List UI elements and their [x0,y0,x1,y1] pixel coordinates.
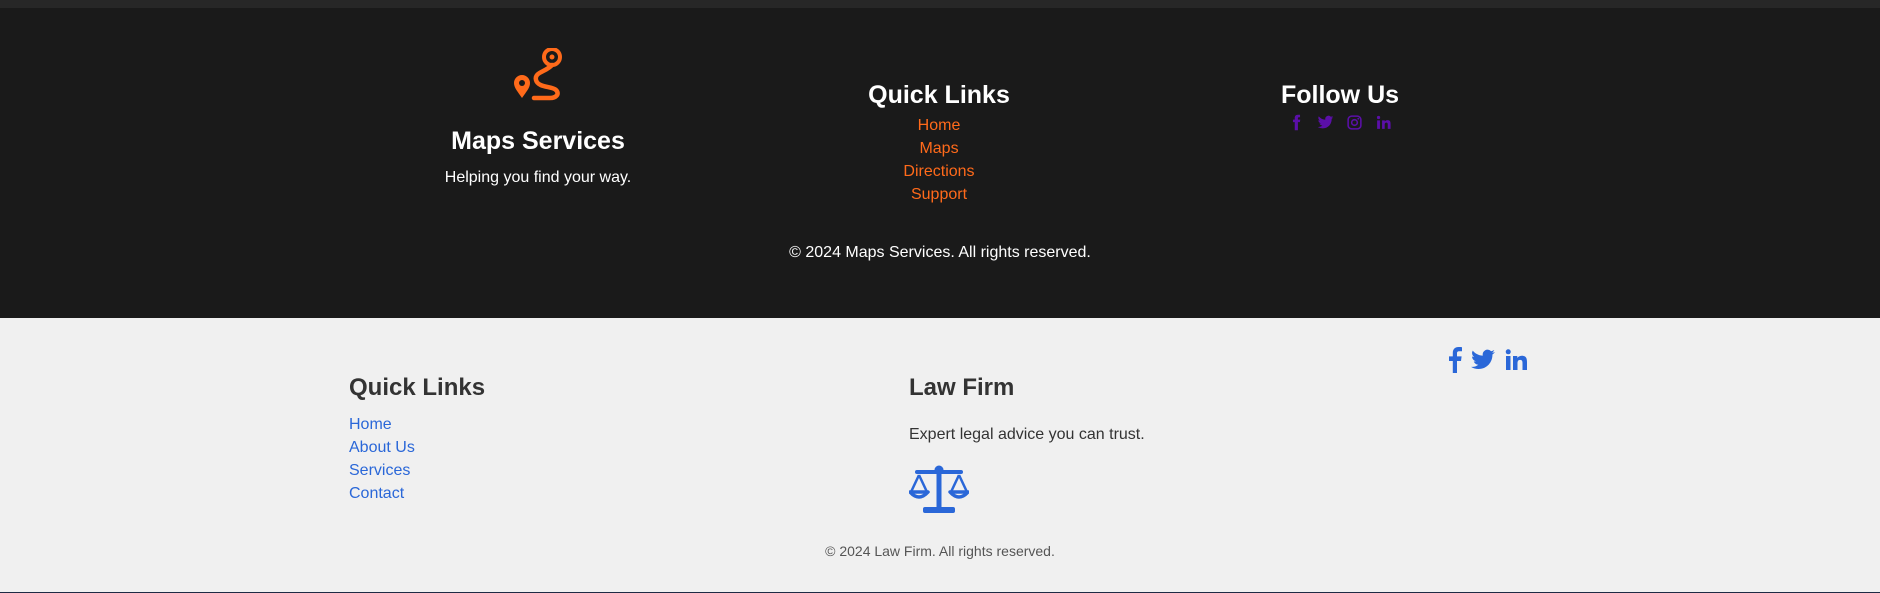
law-link-home[interactable]: Home [349,416,392,433]
list-item: Home [349,413,649,436]
law-link-about-us[interactable]: About Us [349,439,415,456]
maps-follow-section: Follow Us [1240,80,1440,136]
linkedin-icon[interactable] [1504,347,1528,378]
law-quick-links: Quick Links Home About Us Services Conta… [349,373,649,505]
law-copyright: © 2024 Law Firm. All rights reserved. [825,543,1055,559]
list-item: Support [839,183,1039,206]
maps-follow-title: Follow Us [1280,81,1400,109]
law-quick-links-list: Home About Us Services Contact [349,413,649,505]
law-firm-title: Law Firm [909,374,1015,401]
facebook-icon[interactable] [1448,347,1462,378]
list-item: Contact [349,482,649,505]
maps-brand-title: Maps Services [451,127,625,155]
list-item: Services [349,459,649,482]
list-item: Directions [839,160,1039,183]
list-item: Home [839,114,1039,137]
route-pin-icon [514,48,562,101]
law-firm-description: Expert legal advice you can trust. [909,426,1145,443]
maps-brand-tagline: Helping you find your way. [444,169,632,186]
list-item: About Us [349,436,649,459]
list-item: Maps [839,137,1039,160]
law-firm-section: Law Firm Expert legal advice you can tru… [909,373,1309,515]
maps-quick-links-title: Quick Links [868,81,1010,109]
law-quick-links-title: Quick Links [349,374,486,401]
top-strip [0,0,1880,8]
linkedin-icon[interactable] [1375,114,1392,136]
law-link-contact[interactable]: Contact [349,485,404,502]
maps-social-links [1240,114,1440,136]
maps-link-directions[interactable]: Directions [903,163,974,180]
maps-quick-links-list: Home Maps Directions Support [839,114,1039,206]
law-social-links [1448,347,1528,378]
twitter-icon[interactable] [1470,347,1496,378]
maps-copyright: © 2024 Maps Services. All rights reserve… [789,244,1091,261]
maps-link-maps[interactable]: Maps [919,140,958,157]
maps-link-home[interactable]: Home [918,117,961,134]
maps-brand-section: Maps Services Helping you find your way. [418,48,658,188]
maps-link-support[interactable]: Support [911,186,967,203]
facebook-icon[interactable] [1288,114,1305,136]
scales-of-justice-icon [909,465,969,513]
twitter-icon[interactable] [1317,114,1334,136]
instagram-icon[interactable] [1346,114,1363,136]
law-link-services[interactable]: Services [349,462,410,479]
maps-quick-links: Quick Links Home Maps Directions Support [839,80,1039,206]
